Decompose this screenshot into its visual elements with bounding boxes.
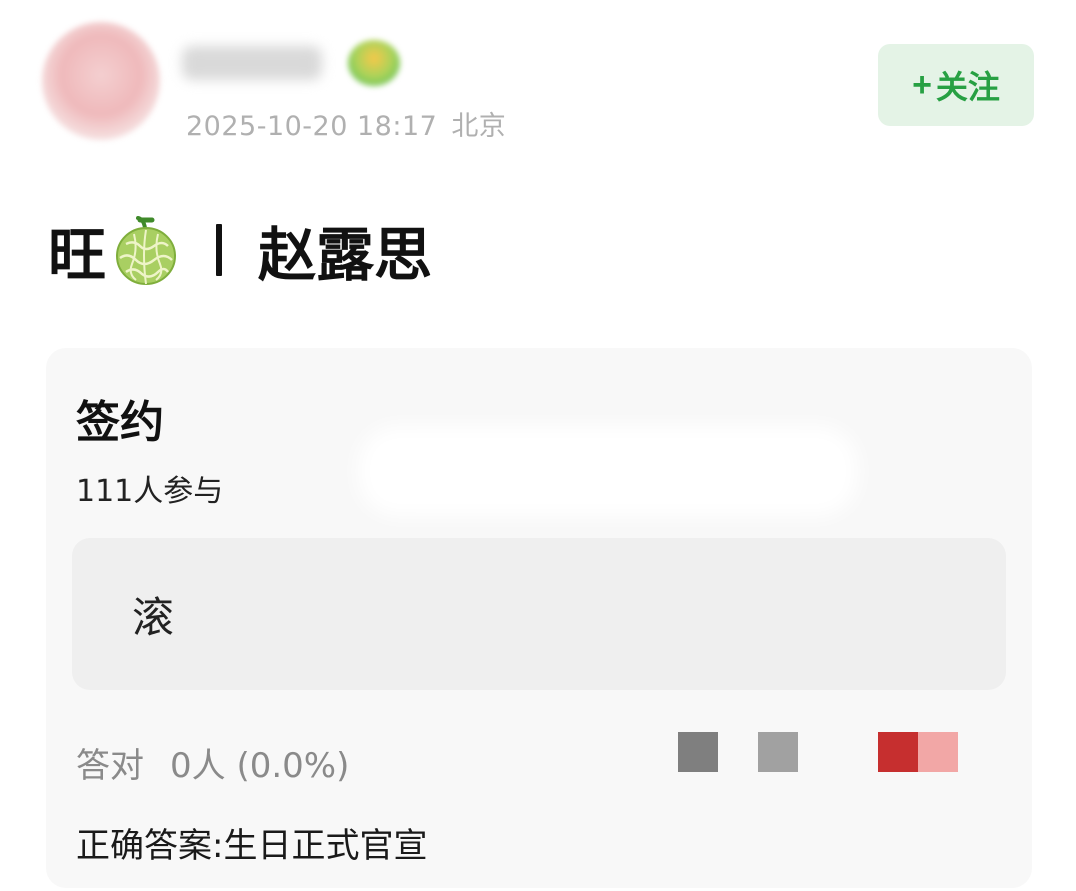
follow-button-label: 关注	[935, 69, 1000, 105]
post-title-right: 赵露思	[258, 221, 433, 289]
correct-answer: 正确答案:生日正式官宣	[76, 818, 427, 867]
correct-value: 0人 (0.0%)	[170, 746, 350, 786]
title-divider	[216, 224, 223, 276]
answer-value: 生日正式官宣	[223, 826, 428, 866]
quiz-title: 签约	[76, 397, 164, 448]
indicator-square-1	[678, 732, 718, 772]
answer-label: 正确答案:	[76, 826, 224, 866]
plus-icon: +	[912, 65, 932, 104]
quiz-stats: 答对 0人 (0.0%)	[76, 738, 349, 787]
post-location: 北京	[451, 111, 507, 142]
post-title-left: 旺	[48, 221, 107, 289]
quiz-option-label: 滚	[132, 593, 175, 642]
weibo-post-screen: mumu 2025-10-20 18:17 北京 + 关注 旺 赵露思 签约 11…	[0, 0, 1076, 891]
indicator-square-2	[758, 732, 798, 772]
correct-label: 答对	[76, 746, 144, 786]
user-avatar[interactable]	[42, 22, 160, 140]
user-badge-icon	[348, 40, 400, 86]
post-meta: 2025-10-20 18:17 北京	[186, 104, 506, 143]
participant-count: 111人参与	[76, 474, 224, 509]
indicator-square-4	[918, 732, 958, 772]
indicator-square-3	[878, 732, 918, 772]
post-timestamp: 2025-10-20 18:17	[186, 111, 438, 142]
melon-icon	[116, 216, 177, 285]
quiz-option[interactable]: 滚	[72, 538, 1006, 690]
redacted-area	[358, 426, 858, 516]
follow-button[interactable]: + 关注	[878, 44, 1034, 126]
quiz-card: 签约 111人参与 滚 答对 0人 (0.0%) 正确答案:生日正式官宣	[46, 348, 1032, 888]
post-title: 旺 赵露思	[48, 210, 432, 290]
username[interactable]: mumu	[182, 46, 322, 80]
